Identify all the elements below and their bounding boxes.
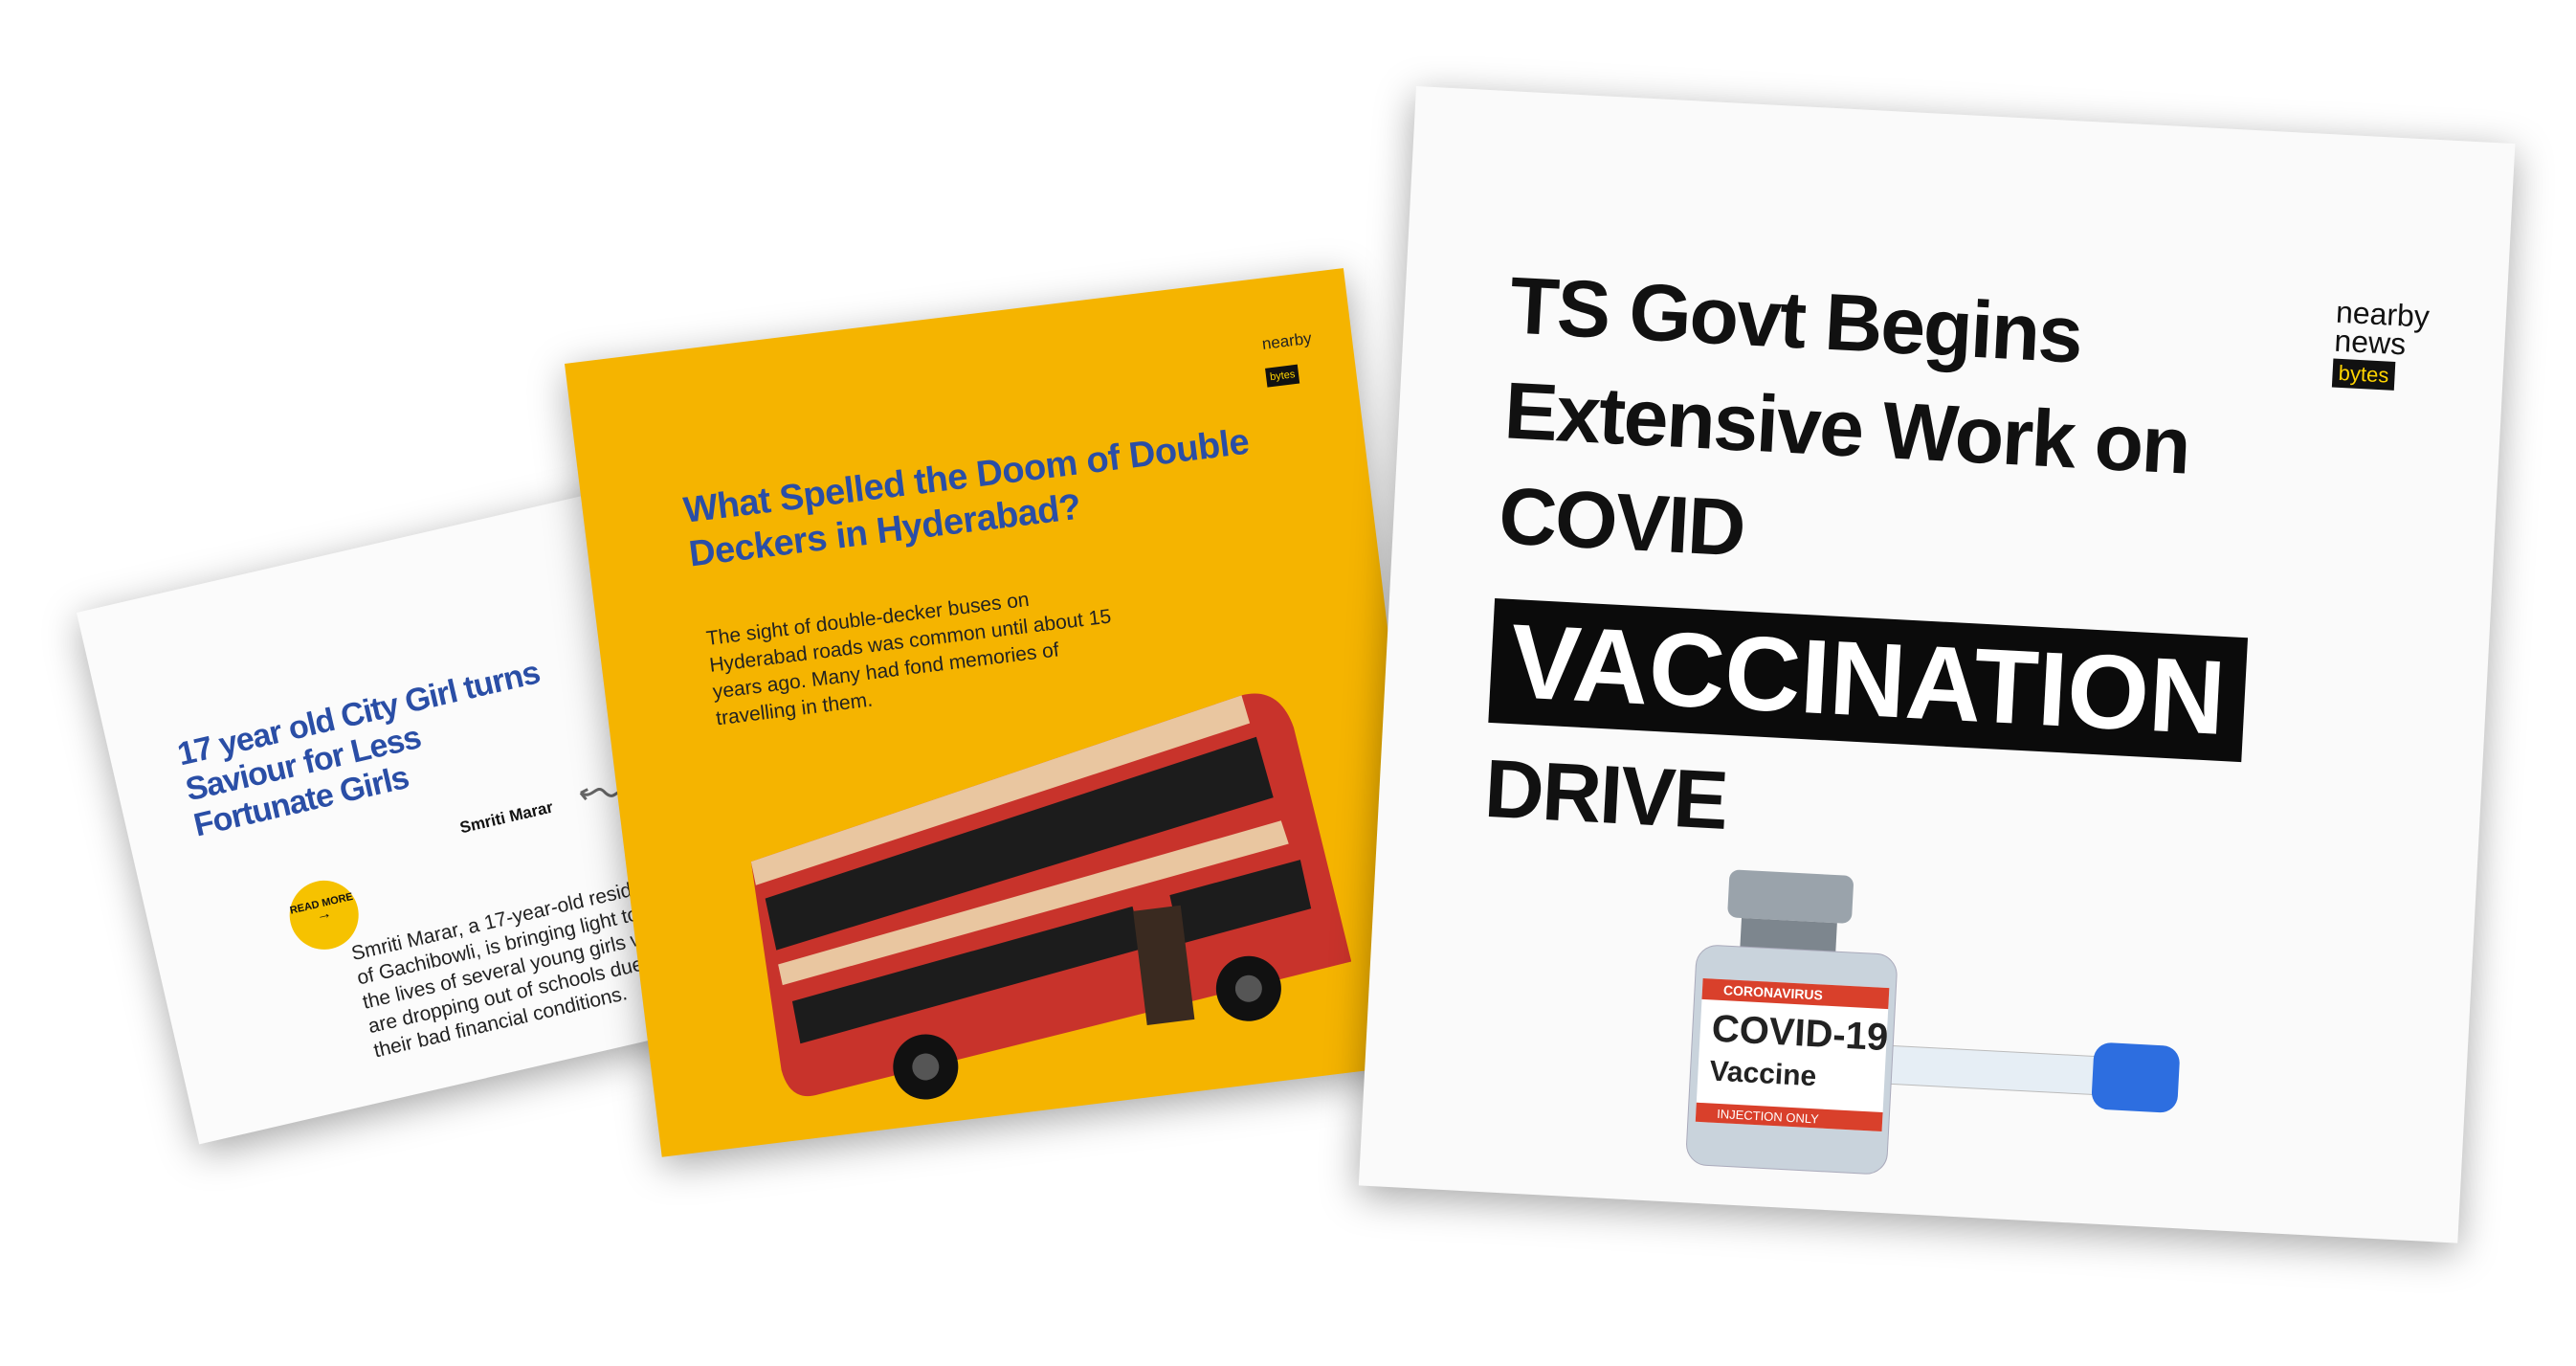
logo-bytes-badge: bytes <box>1265 364 1300 388</box>
vaccination-card[interactable]: nearby news bytes TS Govt Begins Extensi… <box>1358 86 2516 1243</box>
headline-line-3: COVID <box>1497 470 1746 573</box>
headline-line-5: DRIVE <box>1482 742 1729 847</box>
headline-highlight: VACCINATION <box>1488 598 2248 763</box>
headline-line-1: TS Govt Begins <box>1507 259 2084 380</box>
headline-line-2: Extensive Work on <box>1501 365 2191 491</box>
nearby-bytes-logo: nearby bytes <box>1260 328 1317 388</box>
vial-label-sub: Vaccine <box>1708 1055 1818 1093</box>
logo-nearby-text: nearby <box>1260 328 1313 353</box>
card-title: What Spelled the Doom of Double Deckers … <box>681 421 1252 575</box>
double-decker-card[interactable]: nearby bytes What Spelled the Doom of Do… <box>565 268 1441 1157</box>
vial-label-main: COVID-19 <box>1710 1007 1890 1060</box>
double-decker-bus-photo <box>750 693 1352 1100</box>
logo-bytes-badge: bytes <box>2332 358 2396 391</box>
nearby-news-bytes-logo: nearby news bytes <box>2332 295 2431 392</box>
person-name-caption: Smriti Marar <box>457 797 555 838</box>
vaccine-vial-photo: CORONAVIRUS COVID-19 Vaccine INJECTION O… <box>1676 858 2228 1201</box>
